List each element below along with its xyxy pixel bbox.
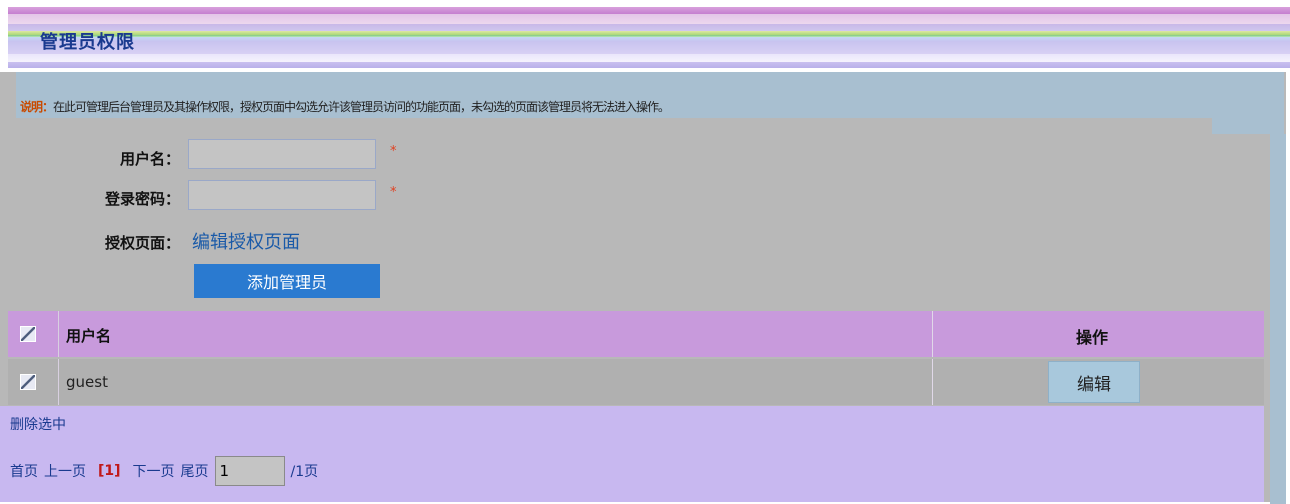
password-input[interactable]: [188, 180, 376, 210]
table-header-row: 用户名 操作: [8, 311, 1264, 357]
auth-label: 授权页面：: [104, 234, 180, 252]
page-number-input[interactable]: [214, 456, 285, 486]
delete-selected-link[interactable]: 删除选中: [10, 414, 66, 434]
pagination: 首页 上一页 [1] 下一页 尾页 /1页: [10, 456, 318, 486]
title-band: [8, 4, 1290, 68]
notice-bar: 说明：在此可管理后台管理员及其操作权限，授权页面中勾选允许该管理员访问的功能页面…: [16, 72, 1284, 134]
col-operation: 操作: [1076, 328, 1109, 347]
username-required-mark: *: [390, 144, 397, 159]
add-admin-button[interactable]: 添加管理员: [194, 264, 380, 298]
select-all-checkbox[interactable]: [20, 326, 36, 342]
password-label: 登录密码：: [104, 190, 180, 208]
first-page-link[interactable]: 首页: [10, 461, 38, 481]
row-username: guest: [66, 373, 108, 391]
last-page-link[interactable]: 尾页: [181, 461, 209, 481]
admin-table: 用户名 操作 guest 编辑: [8, 311, 1264, 405]
table-footer: 删除选中 首页 上一页 [1] 下一页 尾页 /1页: [0, 406, 1264, 502]
username-label: 用户名：: [119, 150, 180, 168]
total-pages: /1页: [290, 464, 319, 480]
notice-body: 在此可管理后台管理员及其操作权限，授权页面中勾选允许该管理员访问的功能页面，未勾…: [53, 100, 670, 114]
table-row: guest 编辑: [8, 359, 1264, 405]
notice-lead: 说明：: [20, 100, 54, 114]
edit-auth-link[interactable]: 编辑授权页面: [192, 228, 300, 254]
next-page-link[interactable]: 下一页: [133, 461, 175, 481]
prev-page-link[interactable]: 上一页: [44, 461, 86, 481]
main-panel: 说明：在此可管理后台管理员及其操作权限，授权页面中勾选允许该管理员访问的功能页面…: [0, 72, 1286, 504]
page-title: 管理员权限: [40, 32, 135, 53]
notice-text: 说明：在此可管理后台管理员及其操作权限，授权页面中勾选允许该管理员访问的功能页面…: [20, 98, 670, 115]
panel-right-border: [1270, 134, 1286, 504]
password-required-mark: *: [390, 185, 397, 200]
edit-button[interactable]: 编辑: [1048, 361, 1140, 403]
row-checkbox[interactable]: [20, 374, 36, 390]
username-input[interactable]: [188, 139, 376, 169]
col-username: 用户名: [66, 327, 112, 345]
current-page: [1]: [98, 463, 121, 479]
